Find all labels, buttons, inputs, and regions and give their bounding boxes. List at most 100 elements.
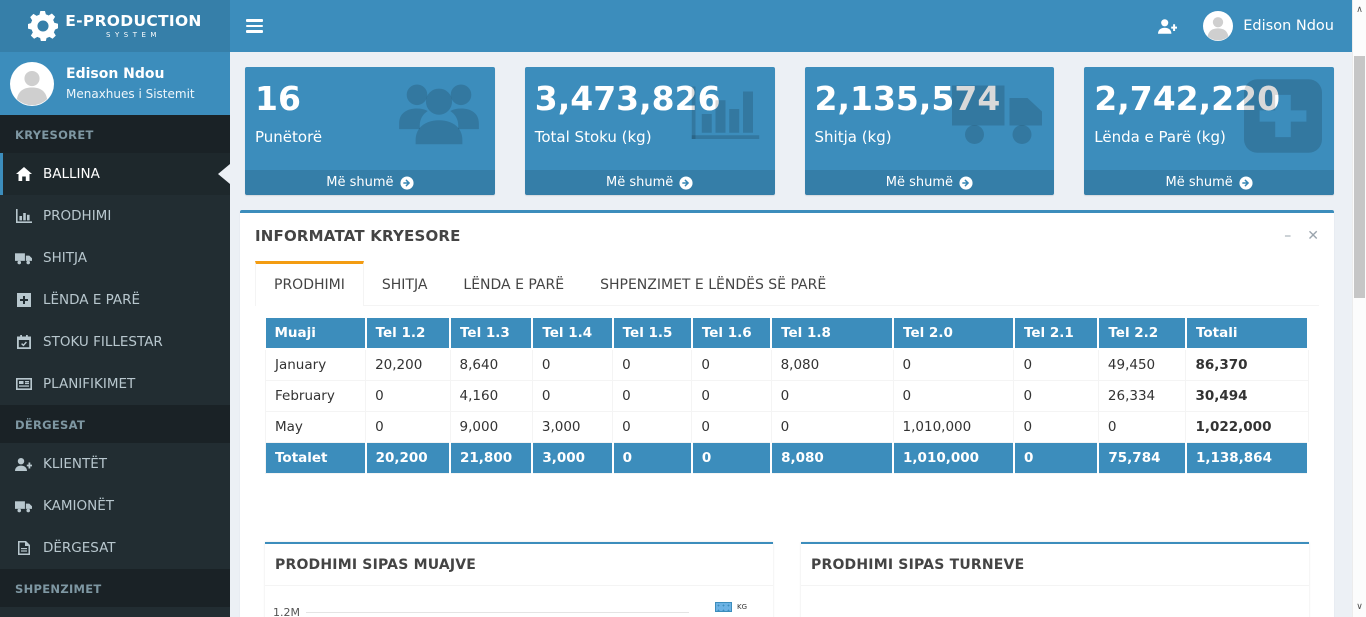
add-user-button[interactable]	[1158, 18, 1178, 34]
cell: 0	[691, 348, 772, 381]
gear-icon	[28, 11, 59, 41]
sidebar-item-ballina[interactable]: BALLINA	[0, 153, 230, 195]
column-header: Tel 1.8	[771, 318, 895, 350]
sidebar-item-label: PRODHIMI	[43, 208, 112, 224]
arrow-circle-right-icon	[679, 175, 693, 190]
column-header: Muaji	[265, 318, 367, 350]
bar-chart-icon	[15, 209, 32, 223]
cell-total: 86,370	[1185, 348, 1309, 381]
cell: 0	[770, 411, 894, 443]
cell: 1,010,000	[892, 442, 1015, 474]
sidebar-section-kryesoret: KRYESORET	[0, 115, 230, 153]
sidebar-item-kamionet[interactable]: KAMIONËT	[0, 485, 230, 527]
cell: 0	[612, 442, 693, 474]
table-row: May 0 9,000 3,000 0 0 0 1,010,000 0 0 1,…	[264, 411, 1309, 443]
more-label: Më shumë	[1165, 175, 1233, 190]
column-header: Tel 1.3	[450, 318, 534, 350]
cell: 0	[365, 380, 451, 412]
stat-box-total-stoku: 3,473,826 Total Stoku (kg) Më shumë	[524, 67, 775, 195]
bar-chart-icon	[683, 79, 763, 149]
cell: 21,800	[449, 442, 534, 474]
sidebar-item-lenda-e-pare[interactable]: LËNDA E PARË	[0, 279, 230, 321]
collapse-icon[interactable]: –	[1284, 229, 1291, 243]
scroll-down-arrow-icon[interactable]: ∨	[1353, 599, 1366, 615]
truck-icon	[15, 500, 32, 513]
app-window: E-PRODUCTION SYSTEM Edison Ndou Edison N…	[0, 0, 1366, 617]
arrow-circle-right-icon	[959, 175, 973, 190]
cell: 1,010,000	[892, 411, 1015, 443]
column-header: Tel 2.0	[893, 318, 1015, 350]
tab-shpenzimet-e-lendes[interactable]: SHPENZIMET E LËNDËS SË PARË	[582, 261, 844, 305]
file-pdf-icon	[15, 541, 32, 555]
informatat-kryesore-panel: INFORMATAT KRYESORE – ✕ PRODHIMI SHITJA …	[240, 210, 1334, 617]
avatar	[1203, 11, 1234, 41]
cell: 26,334	[1097, 380, 1187, 412]
tab-prodhimi[interactable]: PRODHIMI	[255, 261, 364, 306]
tab-shitja[interactable]: SHITJA	[364, 261, 446, 305]
sidebar-toggle-button[interactable]	[230, 0, 278, 52]
sidebar-item-label: LËNDA E PARË	[43, 292, 141, 308]
brand-name: E-PRODUCTION	[65, 11, 202, 30]
calendar-check-icon	[15, 335, 32, 349]
cell: 0	[612, 380, 693, 412]
sidebar-item-label: KAMIONËT	[43, 498, 114, 514]
chart-prodhimi-sipas-muajve: PRODHIMI SIPAS MUAJVE 1.2M KG	[265, 542, 773, 617]
more-link[interactable]: Më shumë	[245, 170, 495, 195]
stat-box-lenda-e-pare: 2,742,220 Lënda e Parë (kg) Më shumë	[1084, 67, 1334, 195]
user-menu[interactable]: Edison Ndou	[1203, 11, 1334, 41]
column-header: Tel 1.5	[612, 318, 693, 350]
cell: 0	[892, 348, 1015, 381]
scroll-up-arrow-icon[interactable]: ∧	[1353, 2, 1366, 18]
close-icon[interactable]: ✕	[1307, 229, 1319, 243]
stat-boxes-row: 16 Punëtorë Më shumë 3,473,826 Total Sto…	[245, 67, 1334, 195]
cell: 0	[1013, 411, 1099, 443]
sidebar-item-label: STOKU FILLESTAR	[43, 334, 163, 350]
more-link[interactable]: Më shumë	[524, 170, 775, 195]
cell: 75,784	[1097, 442, 1187, 474]
more-link[interactable]: Më shumë	[1084, 170, 1334, 195]
sidebar-item-prodhimi[interactable]: PRODHIMI	[0, 195, 230, 237]
stat-box-punetore: 16 Punëtorë Më shumë	[245, 67, 495, 195]
cell: 0	[531, 380, 614, 412]
column-header: Tel 1.6	[691, 318, 773, 350]
sidebar-item-label: SHITJA	[43, 250, 87, 266]
panel-title: INFORMATAT KRYESORE	[255, 227, 461, 245]
legend-label: KG	[736, 603, 747, 611]
sidebar-item-shitja[interactable]: SHITJA	[0, 237, 230, 279]
main-content: 16 Punëtorë Më shumë 3,473,826 Total Sto…	[230, 52, 1352, 617]
more-label: Më shumë	[605, 175, 674, 190]
more-label: Më shumë	[885, 175, 953, 190]
cell: 4,160	[449, 380, 533, 412]
sidebar-item-label: DËRGESAT	[43, 540, 116, 556]
table-row: February 0 4,160 0 0 0 0 0 0 26,334 30,4…	[264, 380, 1309, 412]
sidebar-item-planifikimet[interactable]: PLANIFIKIMET	[0, 363, 230, 405]
vertical-scrollbar[interactable]: ∧ ∨	[1352, 0, 1366, 617]
users-icon	[395, 79, 483, 149]
charts-row: PRODHIMI SIPAS MUAJVE 1.2M KG PRODHIMI S…	[265, 542, 1309, 617]
cell: 0	[612, 411, 693, 443]
tab-content: Muaji Tel 1.2 Tel 1.3 Tel 1.4 Tel 1.5 Te…	[240, 306, 1334, 617]
tab-lenda-e-pare[interactable]: LËNDA E PARË	[445, 261, 582, 305]
cell: 0	[892, 380, 1015, 412]
cell: Totalet	[264, 442, 367, 474]
chart-legend: KG	[714, 602, 747, 612]
cell: 3,000	[531, 411, 614, 443]
more-link[interactable]: Më shumë	[804, 170, 1055, 195]
production-table: Muaji Tel 1.2 Tel 1.3 Tel 1.4 Tel 1.5 Te…	[264, 318, 1310, 474]
table-totals-row: Totalet 20,200 21,800 3,000 0 0 8,080 1,…	[264, 442, 1310, 474]
table-header-row: Muaji Tel 1.2 Tel 1.3 Tel 1.4 Tel 1.5 Te…	[265, 318, 1310, 350]
brand-logo[interactable]: E-PRODUCTION SYSTEM	[0, 0, 230, 52]
cell: 8,640	[449, 348, 533, 381]
sidebar-item-dergesat[interactable]: DËRGESAT	[0, 527, 230, 569]
cell: 20,200	[365, 442, 452, 474]
sidebar-item-klientet[interactable]: KLIENTËT	[0, 443, 230, 485]
arrow-circle-right-icon	[1239, 175, 1253, 190]
arrow-circle-right-icon	[399, 175, 414, 190]
plus-square-icon	[15, 293, 32, 307]
scrollbar-thumb[interactable]	[1354, 56, 1365, 298]
cell: 0	[365, 411, 451, 443]
cell-total: 30,494	[1185, 380, 1309, 412]
cell: 20,200	[365, 348, 451, 381]
sidebar-item-stoku-fillestar[interactable]: STOKU FILLESTAR	[0, 321, 230, 363]
sidebar-item-label: BALLINA	[43, 166, 100, 182]
